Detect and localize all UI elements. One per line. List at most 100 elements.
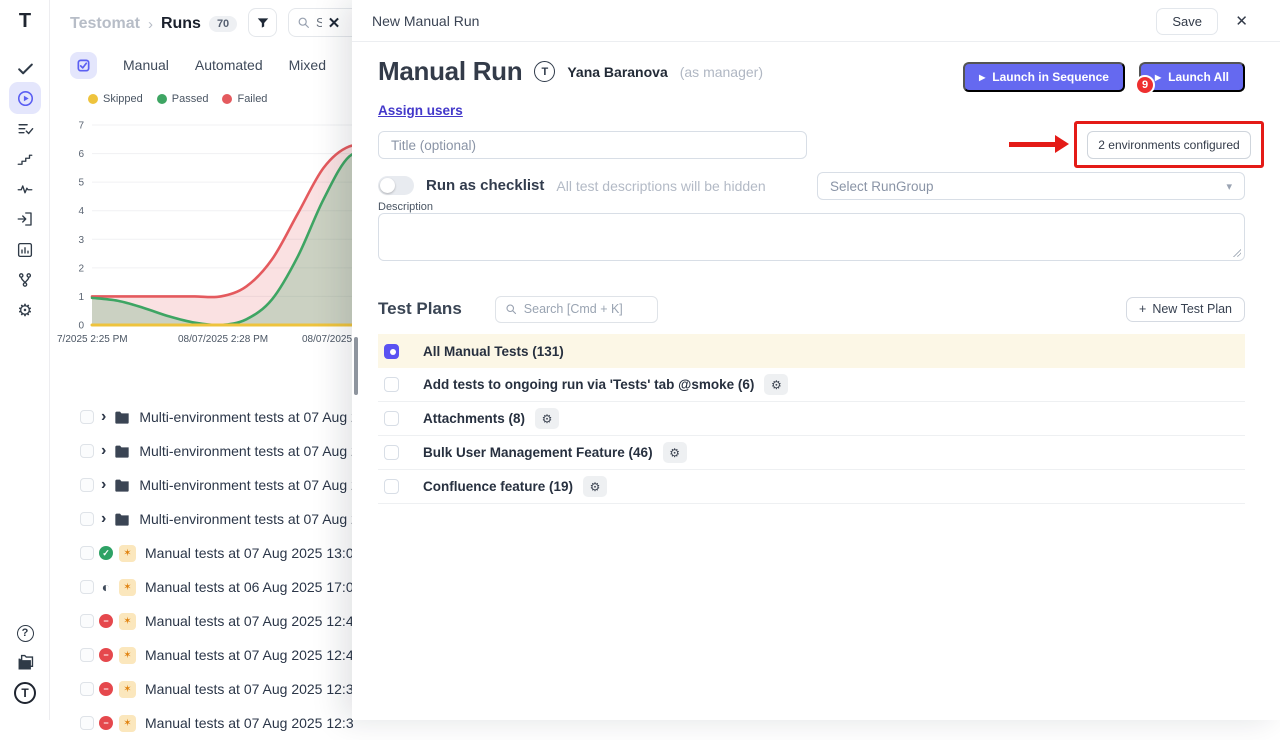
launch-in-sequence-button[interactable]: ▶ Launch in Sequence [963, 62, 1125, 92]
sidebar-item-runs-active[interactable] [0, 83, 50, 113]
run-title-row: Manual Run T Yana Baranova (as manager) [378, 56, 763, 87]
toggle-knob [380, 178, 395, 193]
test-plan-row[interactable]: Bulk User Management Feature (46) ⚙ [378, 436, 1245, 470]
test-plan-row[interactable]: Add tests to ongoing run via 'Tests' tab… [378, 368, 1245, 402]
run-label: Multi-environment tests at 07 Aug 202 [139, 409, 374, 425]
environments-configured-button[interactable]: 2 environments configured [1087, 131, 1251, 159]
test-plans-heading: Test Plans [378, 299, 462, 319]
plus-icon: + [1139, 302, 1146, 316]
test-plan-label: Add tests to ongoing run via 'Tests' tab… [423, 377, 754, 392]
tab-manual[interactable]: Manual [123, 57, 169, 73]
test-plan-label: All Manual Tests (131) [423, 344, 564, 359]
run-checkbox[interactable] [80, 546, 94, 560]
sidebar-item-help[interactable]: ? [0, 623, 50, 643]
new-test-plan-button[interactable]: + New Test Plan [1126, 297, 1245, 322]
sidebar-item-tests[interactable] [0, 57, 50, 79]
run-checkbox[interactable] [80, 716, 94, 730]
panel-title: New Manual Run [372, 13, 479, 29]
test-plan-settings-button[interactable]: ⚙ [535, 408, 559, 429]
assign-users-link[interactable]: Assign users [378, 103, 463, 118]
test-plan-settings-button[interactable]: ⚙ [583, 476, 607, 497]
search-clear-button[interactable]: ✕ [322, 10, 346, 35]
status-passed-icon: ✓ [99, 546, 113, 560]
tab-all-runs[interactable] [70, 52, 97, 79]
sidebar-item-plans[interactable] [0, 118, 50, 140]
gear-icon: ⚙ [542, 412, 553, 426]
launch-all-button[interactable]: ▶ Launch All [1139, 62, 1245, 92]
chevron-right-icon[interactable]: › [101, 409, 106, 425]
sidebar-item-analytics[interactable] [0, 239, 50, 261]
breadcrumb-root[interactable]: Testomat [70, 15, 140, 33]
tab-automated[interactable]: Automated [195, 57, 263, 73]
run-checkbox[interactable] [80, 478, 94, 492]
test-plan-label: Bulk User Management Feature (46) [423, 445, 653, 460]
git-branch-icon [16, 271, 34, 289]
save-button[interactable]: Save [1156, 8, 1218, 35]
checklist-toggle[interactable] [378, 176, 414, 195]
play-icon: ▶ [1155, 73, 1161, 82]
sidebar-item-milestones[interactable] [0, 148, 50, 170]
run-checkbox[interactable] [80, 614, 94, 628]
account-logo-icon: T [14, 682, 36, 704]
title-input[interactable]: Title (optional) [378, 131, 807, 159]
runs-count-badge: 70 [209, 16, 237, 32]
skipped-dot-icon [88, 94, 98, 104]
status-partial-icon: ◐ [99, 580, 113, 594]
svg-text:3: 3 [78, 235, 84, 246]
test-plan-settings-button[interactable]: ⚙ [663, 442, 687, 463]
search-icon [297, 16, 310, 29]
folders-icon [16, 654, 35, 671]
test-plan-row[interactable]: All Manual Tests (131) [378, 334, 1245, 368]
folder-icon [114, 478, 130, 492]
rungroup-select[interactable]: Select RunGroup ▾ [817, 172, 1245, 200]
svg-text:6: 6 [78, 149, 84, 160]
run-checkbox[interactable] [80, 444, 94, 458]
resize-handle-icon[interactable] [1232, 248, 1241, 257]
run-checkbox[interactable] [80, 580, 94, 594]
run-checkbox[interactable] [80, 682, 94, 696]
sidebar-item-projects[interactable] [0, 652, 50, 672]
left-sidebar: T [0, 0, 50, 720]
chevron-right-icon[interactable]: › [101, 443, 106, 459]
help-icon: ? [17, 625, 34, 642]
chevron-right-icon[interactable]: › [101, 511, 106, 527]
sidebar-item-import[interactable] [0, 208, 50, 230]
run-checkbox[interactable] [80, 410, 94, 424]
run-label: Manual tests at 07 Aug 2025 12:35 [145, 681, 361, 697]
app-logo[interactable]: T [0, 8, 50, 34]
test-plan-checkbox[interactable] [384, 411, 399, 426]
chevron-right-icon[interactable]: › [101, 477, 106, 493]
test-plan-checkbox-checked[interactable] [384, 344, 399, 359]
play-circle-icon [16, 89, 35, 108]
run-checkbox[interactable] [80, 512, 94, 526]
stairs-icon [16, 150, 34, 168]
panel-header: New Manual Run Save ✕ [352, 0, 1280, 42]
tab-mixed[interactable]: Mixed [289, 57, 326, 73]
test-plan-row[interactable]: Attachments (8) ⚙ [378, 402, 1245, 436]
manager-name: Yana Baranova [567, 64, 667, 80]
run-checkbox[interactable] [80, 648, 94, 662]
status-failed-icon: − [99, 614, 113, 628]
test-plan-label: Confluence feature (19) [423, 479, 573, 494]
run-label: Manual tests at 07 Aug 2025 12:42 [145, 647, 361, 663]
svg-text:7: 7 [78, 121, 84, 132]
test-plan-checkbox[interactable] [384, 479, 399, 494]
bar-chart-icon [16, 241, 34, 259]
test-plan-checkbox[interactable] [384, 377, 399, 392]
gear-icon: ⚙ [590, 480, 601, 494]
sidebar-item-account[interactable]: T [0, 681, 50, 705]
run-label: Manual tests at 07 Aug 2025 12:3 [145, 715, 354, 731]
sidebar-item-settings[interactable]: ⚙ [0, 300, 50, 322]
description-textarea[interactable] [378, 213, 1245, 261]
sidebar-item-branches[interactable] [0, 269, 50, 291]
test-plans-search-input[interactable]: Search [Cmd + K] [495, 296, 658, 323]
test-plan-row[interactable]: Confluence feature (19) ⚙ [378, 470, 1245, 504]
filter-button[interactable] [248, 8, 277, 37]
panel-scrollbar[interactable] [354, 337, 358, 395]
sidebar-item-activity[interactable] [0, 178, 50, 200]
status-failed-icon: − [99, 682, 113, 696]
test-plan-settings-button[interactable]: ⚙ [764, 374, 788, 395]
close-icon[interactable]: ✕ [1235, 12, 1248, 30]
test-plan-checkbox[interactable] [384, 445, 399, 460]
notification-badge: 9 [1135, 75, 1155, 95]
